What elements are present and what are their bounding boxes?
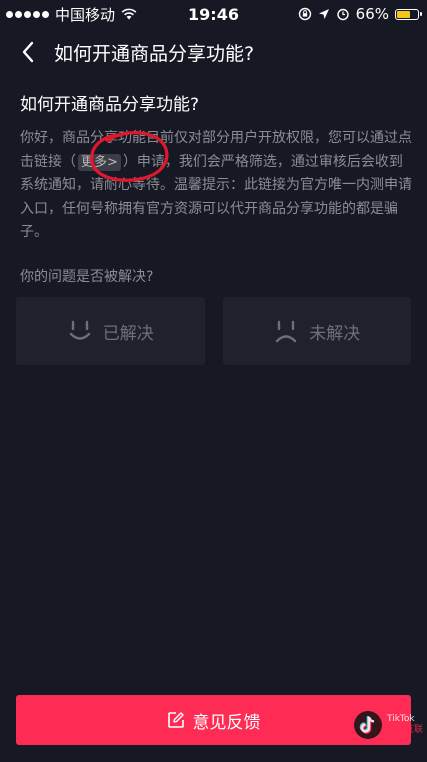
feedback-button[interactable]: 意见反馈 (16, 695, 411, 745)
frown-icon (276, 320, 297, 343)
unresolved-button[interactable]: 未解决 (222, 297, 411, 365)
rotation-lock-icon (298, 7, 311, 21)
resolved-button[interactable]: 已解决 (16, 297, 205, 365)
article-title: 如何开通商品分享功能? (20, 95, 200, 115)
article: 如何开通商品分享功能? 你好，商品分享功能目前仅对部分用户开放权限，您可以通过点… (20, 90, 412, 245)
status-bar-right: 66% (298, 5, 427, 23)
battery-icon (395, 8, 422, 20)
smile-icon (69, 320, 90, 340)
carrier-label: 中国移动 (55, 5, 116, 24)
more-link[interactable]: 更多> (78, 153, 121, 171)
status-bar-left: 中国移动 (0, 4, 137, 25)
page-title: 如何开通商品分享功能? (54, 42, 255, 65)
location-icon (318, 9, 329, 19)
alarm-icon (336, 8, 349, 21)
feedback-options: 已解决 未解决 (16, 297, 411, 365)
battery-percent: 66% (355, 5, 389, 23)
nav-bar: 如何开通商品分享功能? (0, 32, 427, 72)
battery-fill (397, 10, 410, 18)
signal-icon (6, 10, 49, 18)
feedback-button-label: 意见反馈 (192, 712, 261, 733)
back-button[interactable] (16, 32, 40, 72)
article-body: 你好，商品分享功能目前仅对部分用户开放权限，您可以通过点击链接（ 更多> ）申请，我… (20, 127, 412, 245)
feedback-question: 你的问题是否被解决? (20, 269, 154, 285)
chevron-left-icon (22, 41, 34, 63)
edit-icon (167, 712, 184, 728)
unresolved-label: 未解决 (309, 323, 361, 344)
status-bar: 中国移动 19:46 66% (0, 0, 427, 28)
wifi-icon (121, 8, 137, 20)
resolved-label: 已解决 (102, 323, 154, 344)
